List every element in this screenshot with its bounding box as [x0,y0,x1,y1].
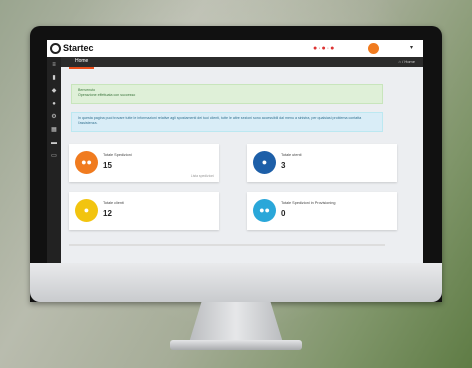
success-alert-body: Operazione effettuata con successo [78,93,136,97]
breadcrumb[interactable]: ⌂ / Home [399,58,415,66]
brand-logo-icon [50,43,61,54]
menu-icon[interactable]: ≡ [47,60,61,70]
users-group-icon: ●● [253,199,276,222]
breadcrumb-label: / Home [402,59,415,64]
brand-name[interactable]: Startec [63,43,94,53]
card-link[interactable]: Lista spedizioni [191,174,214,178]
tab-home[interactable]: Home [69,57,95,69]
success-alert: Benvenuto Operazione effettuata con succ… [71,84,383,104]
user-avatar[interactable] [368,43,379,54]
sidebar: ≡ ▮ ◆ ● ⚙ ▦ ▬ ▭ [47,57,61,264]
user-settings-icon: ● [253,151,276,174]
apple-logo-icon [221,272,241,294]
divider [69,244,385,246]
card-label: Totale Spedizioni in Provisioning [281,201,336,205]
settings-icon[interactable]: ⚙ [47,112,61,122]
file-icon[interactable]: ▮ [47,73,61,83]
truck-icon[interactable]: ▬ [47,138,61,148]
home-icon: ⌂ [398,59,401,64]
card-label: Totale Spedizioni [103,153,132,157]
users-icon[interactable]: ● [47,99,61,109]
chevron-down-icon[interactable]: ▾ [410,44,413,51]
card-value: 15 [103,161,112,170]
users-group-icon: ●● [75,151,98,174]
notification-dots-icon[interactable]: ●·●·● [313,45,335,52]
user-icon: ● [75,199,98,222]
page-header-bar: Home ⌂ / Home [61,57,423,69]
info-alert-body: In questa pagina puoi trovare tutte le i… [78,116,362,125]
card-value: 0 [281,209,286,218]
card-total-shipments[interactable]: ●● Totale Spedizioni 15 Lista spedizioni [69,144,219,182]
card-value: 12 [103,209,112,218]
card-label: Totale utenti [281,153,302,157]
info-alert: In questa pagina puoi trovare tutte le i… [71,112,383,132]
card-total-clients[interactable]: ● Totale clienti 12 [69,192,219,230]
monitor-base [170,340,302,350]
bookmark-icon[interactable]: ◆ [47,86,61,96]
card-label: Totale clienti [103,201,124,205]
app-screen: Startec ●·●·● ▾ ≡ ▮ ◆ ● ⚙ ▦ ▬ ▭ Home ⌂ /… [47,40,423,264]
building-icon[interactable]: ▦ [47,125,61,135]
card-total-users[interactable]: ● Totale utenti 3 [247,144,397,182]
top-navbar: Startec ●·●·● ▾ [47,40,423,58]
card-provisioning[interactable]: ●● Totale Spedizioni in Provisioning 0 [247,192,397,230]
card-value: 3 [281,161,286,170]
card-icon[interactable]: ▭ [47,151,61,161]
